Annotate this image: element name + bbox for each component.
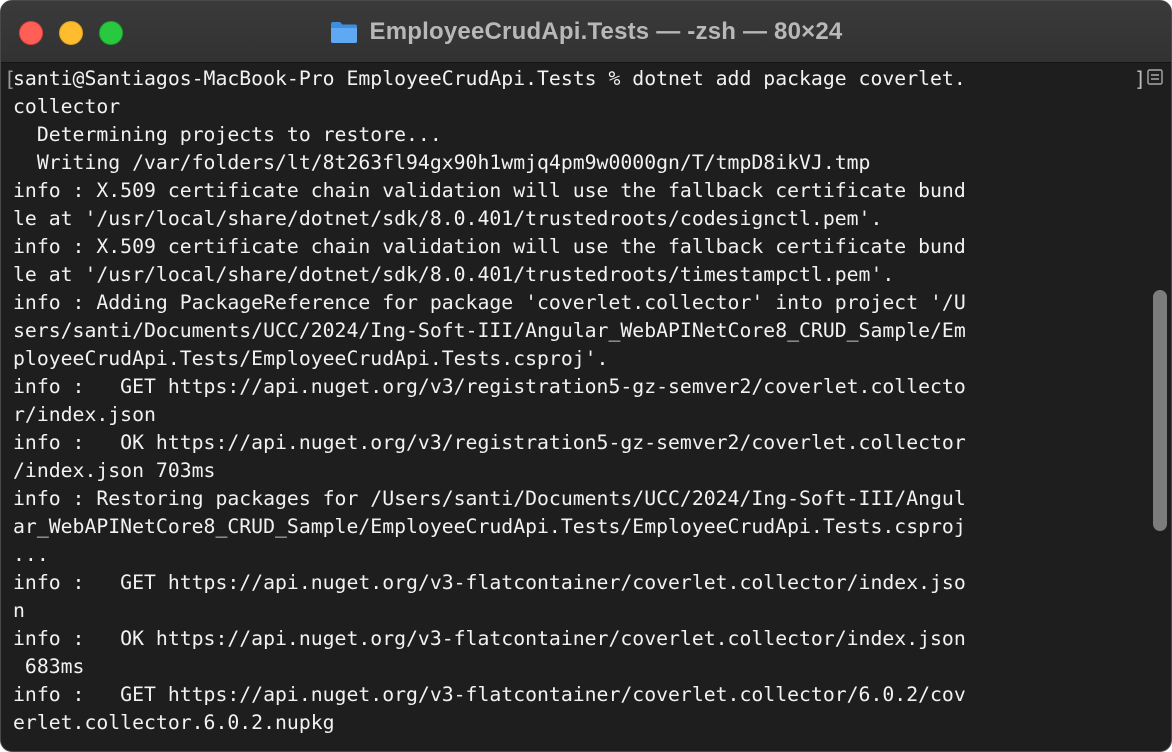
terminal-line: erlet.collector.6.0.2.nupkg — [13, 711, 335, 734]
folder-icon — [330, 22, 357, 43]
title-bar[interactable]: EmployeeCrudApi.Tests — -zsh — 80×24 — [1, 1, 1171, 63]
terminal-line: info : GET https://api.nuget.org/v3/regi… — [13, 375, 966, 398]
terminal-line: le at '/usr/local/share/dotnet/sdk/8.0.4… — [13, 263, 895, 286]
terminal-line: ar_WebAPINetCore8_CRUD_Sample/EmployeeCr… — [13, 515, 966, 538]
terminal-line: ... — [13, 543, 49, 566]
terminal-line: collector — [13, 95, 121, 118]
terminal-line: info : GET https://api.nuget.org/v3-flat… — [13, 571, 966, 594]
split-view-icon[interactable] — [1147, 69, 1163, 85]
terminal-line: Writing /var/folders/lt/8t263fl94gx90h1w… — [13, 151, 871, 174]
scrollbar[interactable] — [1153, 95, 1167, 745]
terminal-line: info : Adding PackageReference for packa… — [13, 291, 966, 314]
terminal-line: info : X.509 certificate chain validatio… — [13, 235, 966, 258]
terminal-line: /index.json 703ms — [13, 459, 216, 482]
window-title: EmployeeCrudApi.Tests — -zsh — 80×24 — [369, 18, 843, 45]
terminal-line: info : OK https://api.nuget.org/v3/regis… — [13, 431, 966, 454]
terminal-line: 683ms — [13, 655, 85, 678]
terminal-output[interactable]: santi@Santiagos-MacBook-Pro EmployeeCrud… — [1, 63, 1141, 751]
terminal-line: info : OK https://api.nuget.org/v3-flatc… — [13, 627, 966, 650]
terminal-line: info : X.509 certificate chain validatio… — [13, 179, 966, 202]
terminal-window: EmployeeCrudApi.Tests — -zsh — 80×24 [ ]… — [0, 0, 1172, 752]
terminal-line: n — [13, 599, 25, 622]
terminal-line: sers/santi/Documents/UCC/2024/Ing-Soft-I… — [13, 319, 966, 342]
terminal-line: r/index.json — [13, 403, 156, 426]
terminal-line: info : GET https://api.nuget.org/v3-flat… — [13, 683, 966, 706]
terminal-line: Determining projects to restore... — [13, 123, 442, 146]
window-title-group: EmployeeCrudApi.Tests — -zsh — 80×24 — [1, 15, 1171, 49]
terminal-line: le at '/usr/local/share/dotnet/sdk/8.0.4… — [13, 207, 883, 230]
terminal-line: ployeeCrudApi.Tests/EmployeeCrudApi.Test… — [13, 347, 609, 370]
scrollbar-thumb[interactable] — [1153, 290, 1167, 531]
terminal-line: info : Restoring packages for /Users/san… — [13, 487, 966, 510]
terminal-line: santi@Santiagos-MacBook-Pro EmployeeCrud… — [13, 67, 966, 90]
